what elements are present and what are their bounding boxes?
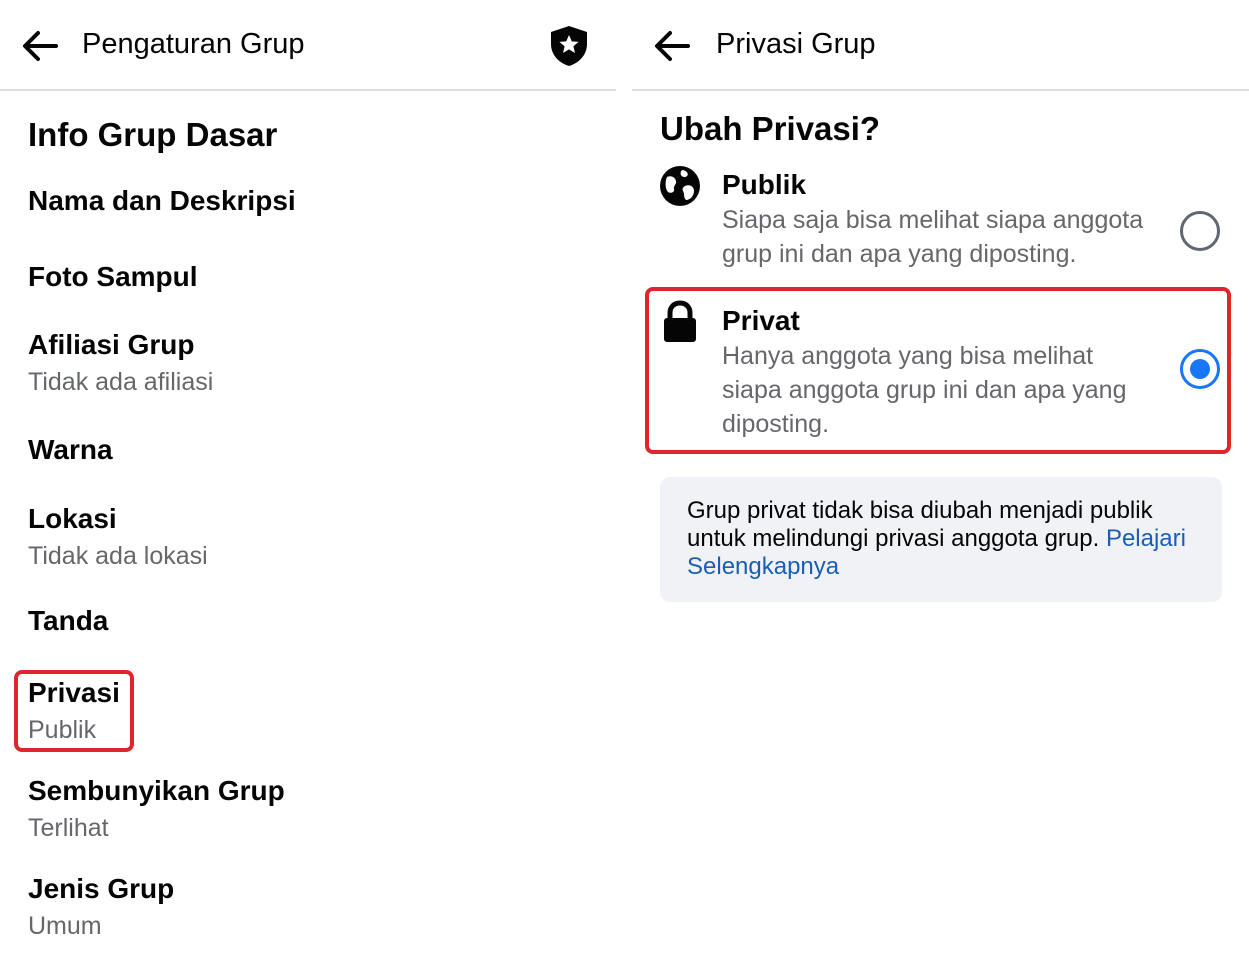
group-settings-panel: Pengaturan Grup Info Grup Dasar Nama dan… [0, 0, 616, 960]
option-description-line: siapa anggota grup ini dan apa yang [722, 376, 1127, 404]
radio-private[interactable] [1180, 349, 1220, 389]
page-title: Privasi Grup [716, 28, 876, 60]
notice-text-line2: untuk melindungi privasi anggota grup. P… [687, 525, 1194, 553]
setting-value: Umum [28, 912, 102, 940]
privacy-header: Privasi Grup [632, 0, 1249, 91]
arrow-left-icon[interactable] [652, 28, 692, 64]
radio-public[interactable] [1180, 211, 1220, 251]
setting-cover-photo[interactable]: Foto Sampul [28, 259, 588, 295]
setting-value: Terlihat [28, 814, 109, 842]
option-description-line: Siapa saja bisa melihat siapa anggota [722, 206, 1144, 234]
shield-star-icon[interactable] [548, 24, 590, 68]
notice-text: untuk melindungi privasi anggota grup. [687, 525, 1100, 552]
setting-title: Jenis Grup [28, 873, 175, 904]
setting-value: Tidak ada lokasi [28, 542, 208, 570]
setting-title: Tanda [28, 605, 109, 636]
group-privacy-panel: Privasi Grup Ubah Privasi? Publik Siapa … [632, 0, 1249, 960]
privacy-option-public[interactable]: Publik Siapa saja bisa melihat siapa ang… [658, 164, 1228, 274]
setting-name-description[interactable]: Nama dan Deskripsi [28, 183, 588, 219]
option-description-line: diposting. [722, 410, 830, 438]
setting-title: Lokasi [28, 503, 117, 534]
page-title: Pengaturan Grup [82, 28, 305, 60]
option-title: Privat [722, 305, 800, 336]
setting-affiliation[interactable]: Afiliasi Grup Tidak ada afiliasi [28, 327, 588, 399]
option-description-line: Hanya anggota yang bisa melihat [722, 342, 1094, 370]
setting-privacy[interactable]: Privasi Publik [28, 675, 588, 747]
globe-icon [660, 166, 700, 206]
setting-location[interactable]: Lokasi Tidak ada lokasi [28, 501, 588, 573]
setting-badges[interactable]: Tanda [28, 603, 588, 639]
section-title: Info Grup Dasar [28, 116, 278, 153]
setting-hide-group[interactable]: Sembunyikan Grup Terlihat [28, 773, 588, 845]
setting-group-type[interactable]: Jenis Grup Umum [28, 871, 588, 943]
privacy-question: Ubah Privasi? [660, 110, 881, 147]
setting-value: Tidak ada afiliasi [28, 368, 214, 396]
learn-more-link[interactable]: Selengkapnya [687, 553, 839, 580]
setting-title: Nama dan Deskripsi [28, 185, 296, 216]
notice-text: Grup privat tidak bisa diubah menjadi pu… [687, 497, 1153, 524]
arrow-left-icon[interactable] [20, 28, 60, 64]
setting-title: Sembunyikan Grup [28, 775, 285, 806]
option-description: Siapa saja bisa melihat siapa anggota gr… [722, 203, 1162, 271]
settings-header: Pengaturan Grup [0, 0, 616, 91]
setting-title: Afiliasi Grup [28, 329, 195, 360]
setting-title: Warna [28, 434, 113, 465]
privacy-option-private[interactable]: Privat Hanya anggota yang bisa melihat s… [658, 300, 1228, 442]
lock-icon [664, 300, 696, 342]
setting-title: Foto Sampul [28, 261, 198, 292]
setting-value: Publik [28, 716, 97, 744]
option-title: Publik [722, 169, 807, 200]
privacy-notice: Grup privat tidak bisa diubah menjadi pu… [660, 477, 1222, 602]
option-description: Hanya anggota yang bisa melihat siapa an… [722, 339, 1162, 441]
setting-title: Privasi [28, 677, 120, 708]
learn-more-link[interactable]: Pelajari [1106, 525, 1186, 552]
setting-color[interactable]: Warna [28, 432, 588, 468]
option-description-line: grup ini dan apa yang diposting. [722, 240, 1077, 268]
